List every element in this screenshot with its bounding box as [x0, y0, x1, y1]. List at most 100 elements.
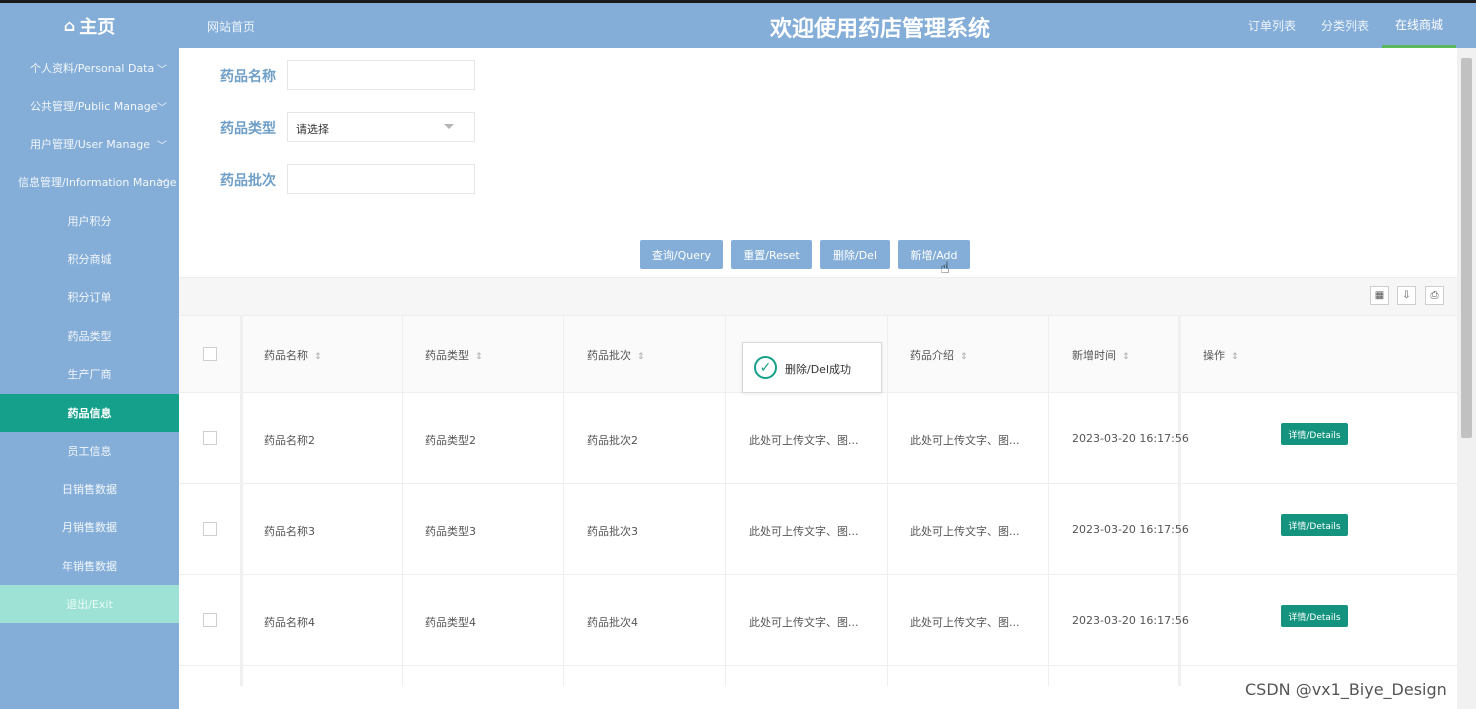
cell-drug-batch: 药品批次2	[587, 434, 638, 447]
home-label: 主页	[79, 16, 116, 38]
row-checkbox[interactable]	[203, 613, 217, 627]
nav-order-list[interactable]: 订单列表	[1238, 3, 1306, 48]
check-circle-icon: ✓	[754, 356, 777, 379]
sort-icon: ⇕	[960, 352, 968, 362]
cell-drug-intro: 此处可上传文字、图...	[910, 434, 1020, 447]
column-divider	[725, 316, 726, 686]
drug-name-label: 药品名称	[220, 69, 276, 85]
caret-down-icon	[444, 124, 454, 129]
details-button[interactable]: 详情/Details	[1281, 423, 1348, 445]
column-divider	[240, 316, 243, 686]
sidebar-group-personal-data[interactable]: 个人资料/Personal Data ﹀	[0, 49, 179, 87]
cell-created-time: 2023-03-20 16:17:56	[1072, 432, 1189, 445]
details-button[interactable]: 详情/Details	[1281, 605, 1348, 627]
cell-drug-type: 药品类型3	[425, 525, 476, 538]
column-header-label: 药品介绍	[910, 349, 954, 362]
sidebar-group-label: 公共管理/Public Manage	[30, 100, 158, 113]
chevron-down-icon: ﹀	[157, 141, 167, 152]
cell-drug-intro: 此处可上传文字、图...	[910, 525, 1020, 538]
drug-name-input[interactable]	[287, 60, 475, 90]
nav-online-shop[interactable]: 在线商城	[1382, 3, 1456, 48]
cell-drug-type: 药品类型2	[425, 434, 476, 447]
success-toast: ✓ 删除/Del成功	[742, 342, 882, 393]
home-link[interactable]: ⌂ 主页	[0, 3, 179, 48]
drug-type-label: 药品类型	[220, 121, 276, 137]
row-checkbox[interactable]	[203, 431, 217, 445]
chevron-down-icon: ﹀	[157, 65, 167, 76]
cell-drug-batch: 药品批次4	[587, 616, 638, 629]
column-header-action[interactable]: 操作 ⇕	[1203, 347, 1239, 363]
sidebar-group-public-manage[interactable]: 公共管理/Public Manage ﹀	[0, 87, 179, 125]
column-header-name[interactable]: 药品名称 ⇕	[264, 347, 322, 363]
nav-category-list[interactable]: 分类列表	[1311, 3, 1379, 48]
cell-drug-intro: 此处可上传文字、图...	[910, 616, 1020, 629]
sidebar-item-daily-sales[interactable]: 日销售数据	[0, 470, 179, 508]
sort-icon: ⇕	[475, 352, 483, 362]
sidebar-item-exit[interactable]: 退出/Exit	[0, 585, 179, 623]
table-toolbar	[179, 277, 1457, 316]
column-header-label: 新增时间	[1072, 349, 1116, 362]
column-divider	[887, 316, 888, 686]
column-header-intro[interactable]: 药品介绍 ⇕	[910, 347, 968, 363]
chevron-down-icon: ﹀	[158, 179, 168, 190]
column-header-time[interactable]: 新增时间 ⇕	[1072, 347, 1130, 363]
sort-icon: ⇕	[1231, 352, 1239, 362]
details-button[interactable]: 详情/Details	[1281, 514, 1348, 536]
columns-icon[interactable]: ▦	[1370, 286, 1389, 305]
column-header-batch[interactable]: 药品批次 ⇕	[587, 347, 645, 363]
column-divider	[1048, 316, 1049, 686]
column-divider	[402, 316, 403, 686]
cursor-hand-icon: ☝	[940, 258, 950, 277]
query-button[interactable]: 查询/Query	[640, 240, 723, 269]
header: ⌂ 主页 网站首页 欢迎使用药店管理系统 订单列表 分类列表 在线商城	[0, 3, 1476, 48]
sidebar-item-monthly-sales[interactable]: 月销售数据	[0, 508, 179, 546]
site-home-link[interactable]: 网站首页	[207, 18, 255, 35]
sidebar-item-manufacturers[interactable]: 生产厂商	[0, 355, 179, 393]
cell-drug-name: 药品名称3	[264, 525, 315, 538]
cell-created-time: 2023-03-20 16:17:56	[1072, 523, 1189, 536]
reset-button[interactable]: 重置/Reset	[731, 240, 812, 269]
cell-drug-name: 药品名称2	[264, 434, 315, 447]
drug-batch-label: 药品批次	[220, 173, 276, 189]
home-icon: ⌂	[63, 16, 76, 35]
sidebar-item-points-mall[interactable]: 积分商城	[0, 240, 179, 278]
sidebar-item-drug-info[interactable]: 药品信息	[0, 394, 179, 432]
page-title: 欢迎使用药店管理系统	[769, 17, 990, 42]
print-icon[interactable]: ⎙	[1425, 286, 1444, 305]
drug-type-select[interactable]: 请选择	[287, 112, 475, 142]
sidebar-group-user-manage[interactable]: 用户管理/User Manage ﹀	[0, 125, 179, 163]
sort-icon: ⇕	[314, 352, 322, 362]
column-header-label: 药品名称	[264, 349, 308, 362]
cell-drug-image: 此处可上传文字、图...	[749, 525, 859, 538]
column-header-label: 药品批次	[587, 349, 631, 362]
sidebar-group-label: 信息管理/Information Manage	[18, 176, 177, 189]
sort-icon: ⇕	[637, 352, 645, 362]
sidebar-group-label: 用户管理/User Manage	[30, 138, 150, 151]
export-icon[interactable]: ⇩	[1397, 286, 1416, 305]
sidebar-item-points-orders[interactable]: 积分订单	[0, 278, 179, 316]
cell-drug-type: 药品类型4	[425, 616, 476, 629]
watermark: CSDN @vx1_Biye_Design	[1245, 680, 1447, 699]
sidebar-item-yearly-sales[interactable]: 年销售数据	[0, 547, 179, 585]
column-divider	[563, 316, 564, 686]
cell-drug-batch: 药品批次3	[587, 525, 638, 538]
cell-created-time: 2023-03-20 16:17:56	[1072, 614, 1189, 627]
drug-batch-input[interactable]	[287, 164, 475, 194]
sidebar-group-information-manage[interactable]: 信息管理/Information Manage ﹀	[0, 163, 179, 201]
row-checkbox[interactable]	[203, 522, 217, 536]
add-button[interactable]: 新增/Add	[898, 240, 970, 269]
select-all-checkbox[interactable]	[203, 347, 217, 361]
sidebar-item-staff-info[interactable]: 员工信息	[0, 432, 179, 470]
scrollbar-thumb[interactable]	[1461, 58, 1472, 438]
sort-icon: ⇕	[1122, 352, 1130, 362]
sidebar-item-drug-types[interactable]: 药品类型	[0, 317, 179, 355]
column-header-label: 药品类型	[425, 349, 469, 362]
column-divider	[1178, 316, 1181, 686]
sidebar-group-label: 个人资料/Personal Data	[30, 62, 155, 75]
toast-message: 删除/Del成功	[785, 363, 851, 376]
sidebar-item-user-points[interactable]: 用户积分	[0, 202, 179, 240]
column-header-type[interactable]: 药品类型 ⇕	[425, 347, 483, 363]
cell-drug-image: 此处可上传文字、图...	[749, 616, 859, 629]
delete-button[interactable]: 删除/Del	[820, 240, 890, 269]
chevron-down-icon: ﹀	[157, 103, 167, 114]
